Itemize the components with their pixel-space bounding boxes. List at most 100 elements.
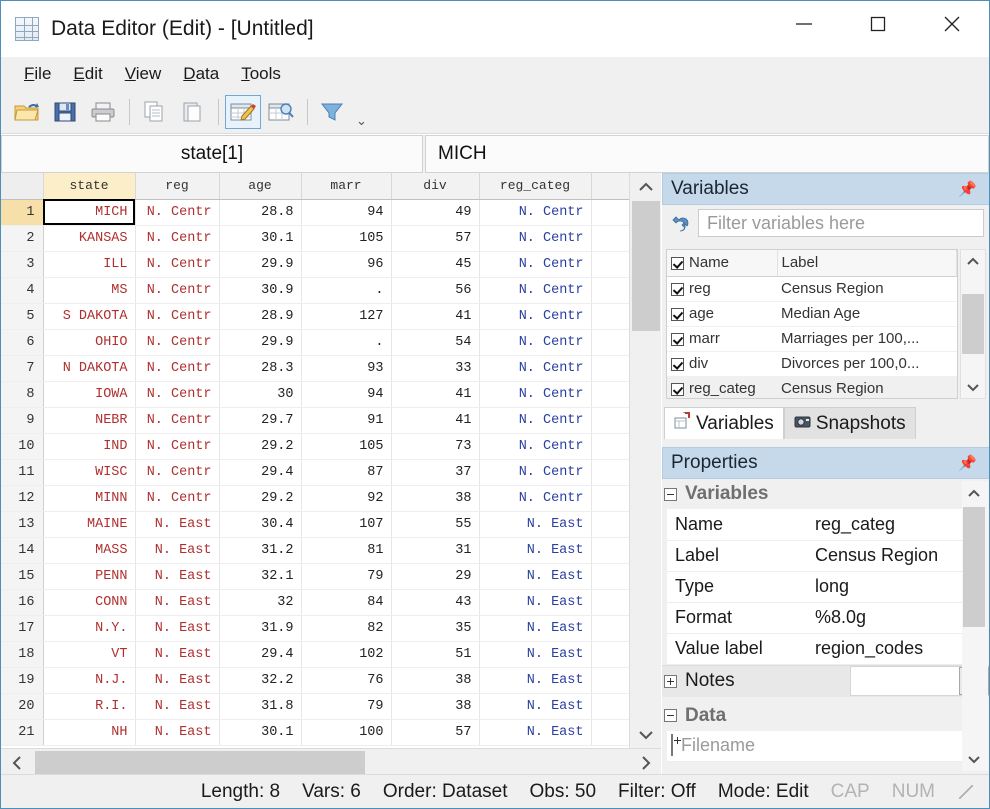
row-header[interactable]: 10 [1,433,44,460]
cell-state[interactable]: R.I. [43,693,136,720]
cell-state[interactable]: N DAKOTA [43,355,136,382]
cell-div[interactable]: 73 [391,433,480,460]
table-row[interactable]: 17 N.Y. N. East 31.9 82 35 N. East [1,615,630,642]
cell-div[interactable]: 55 [391,511,480,538]
variables-scroll-thumb[interactable] [962,294,984,354]
menu-file[interactable]: File [13,61,62,87]
cell-reg[interactable]: N. Centr [135,407,220,434]
cell-age[interactable]: 31.9 [219,615,302,642]
cell-reg_categ[interactable]: N. Centr [479,225,592,252]
scroll-left-icon[interactable] [1,749,33,776]
row-header[interactable]: 5 [1,303,44,330]
table-row[interactable]: 8 IOWA N. Centr 30 94 41 N. Centr [1,381,630,408]
menu-tools[interactable]: Tools [230,61,292,87]
cell-age[interactable]: 30.9 [219,277,302,304]
cell-reg[interactable]: N. Centr [135,485,220,512]
variable-checkbox[interactable] [671,307,684,321]
variable-name[interactable]: div [667,351,777,377]
cell-age[interactable]: 29.9 [219,251,302,278]
filter-icon[interactable] [314,95,350,129]
scroll-up-icon[interactable] [630,173,662,201]
cell-state[interactable]: S DAKOTA [43,303,136,330]
variables-scroll-up-icon[interactable] [961,250,985,272]
row-header[interactable]: 19 [1,667,44,694]
expand-icon-filename[interactable] [671,734,673,757]
cell-marr[interactable]: 94 [301,199,392,226]
cell-div[interactable]: 45 [391,251,480,278]
cell-age[interactable]: 30.1 [219,225,302,252]
cell-age[interactable]: 32 [219,589,302,616]
variables-scroll-down-icon[interactable] [961,376,985,398]
cell-age[interactable]: 29.2 [219,485,302,512]
cell-state[interactable]: IND [43,433,136,460]
cell-reg_categ[interactable]: N. Centr [479,199,592,226]
cell-div[interactable]: 35 [391,615,480,642]
cell-state[interactable]: MS [43,277,136,304]
toolbar-overflow-icon[interactable]: ⌄ [356,113,367,133]
column-header-reg-categ[interactable]: reg_categ [479,173,592,200]
column-header-reg[interactable]: reg [135,173,220,200]
cell-marr[interactable]: 127 [301,303,392,330]
row-header[interactable]: 12 [1,485,44,512]
property-value[interactable]: long [807,571,985,603]
cell-reg[interactable]: N. Centr [135,459,220,486]
property-row[interactable]: Format %8.0g [667,602,985,634]
cell-reg_categ[interactable]: N. East [479,641,592,668]
cell-div[interactable]: 56 [391,277,480,304]
row-header[interactable]: 21 [1,719,44,746]
property-value[interactable]: region_codes [807,633,985,665]
table-row[interactable]: 11 WISC N. Centr 29.4 87 37 N. Centr [1,459,630,486]
cell-div[interactable]: 49 [391,199,480,226]
row-header[interactable]: 13 [1,511,44,538]
row-header[interactable]: 9 [1,407,44,434]
cell-reg_categ[interactable]: N. East [479,511,592,538]
cell-marr[interactable]: 91 [301,407,392,434]
properties-scroll-down-icon[interactable] [962,747,986,771]
cell-reg_categ[interactable]: N. Centr [479,433,592,460]
cell-state[interactable]: ILL [43,251,136,278]
row-header[interactable]: 15 [1,563,44,590]
cell-marr[interactable]: 87 [301,459,392,486]
table-row[interactable]: 7N DAKOTA N. Centr 28.3 93 33 N. Centr [1,355,630,382]
table-row[interactable]: 20 R.I. N. East 31.8 79 38 N. East [1,693,630,720]
cell-div[interactable]: 41 [391,381,480,408]
cell-reg[interactable]: N. Centr [135,303,220,330]
column-header-age[interactable]: age [219,173,302,200]
cell-reg[interactable]: N. East [135,589,220,616]
variables-filter-input[interactable]: Filter variables here [698,209,984,237]
row-header[interactable]: 6 [1,329,44,356]
cell-reg[interactable]: N. East [135,719,220,746]
cell-marr[interactable]: 107 [301,511,392,538]
property-value[interactable]: Census Region [807,540,985,572]
cell-reg_categ[interactable]: N. East [479,693,592,720]
cell-reg_categ[interactable]: N. Centr [479,485,592,512]
table-row[interactable]: 5S DAKOTA N. Centr 28.9 127 41 N. Centr [1,303,630,330]
cell-state[interactable]: NEBR [43,407,136,434]
cell-age[interactable]: 28.9 [219,303,302,330]
row-header[interactable]: 7 [1,355,44,382]
properties-scroll-up-icon[interactable] [962,481,986,505]
cell-div[interactable]: 54 [391,329,480,356]
table-row[interactable]: 12 MINN N. Centr 29.2 92 38 N. Centr [1,485,630,512]
menu-edit[interactable]: Edit [62,61,113,87]
cell-state[interactable]: WISC [43,459,136,486]
variable-checkbox[interactable] [671,332,684,346]
properties-scroll-thumb[interactable] [963,507,985,627]
property-row[interactable]: Name reg_categ [667,509,985,541]
cell-marr[interactable]: 76 [301,667,392,694]
menu-view[interactable]: View [114,61,173,87]
cell-reg_categ[interactable]: N. East [479,667,592,694]
table-row[interactable]: 15 PENN N. East 32.1 79 29 N. East [1,563,630,590]
variables-header-label[interactable]: Label [777,250,957,277]
list-item[interactable]: reg Census Region [667,276,957,302]
cell-marr[interactable]: . [301,277,392,304]
property-value[interactable]: reg_categ [807,509,985,541]
select-all-checkbox[interactable] [671,256,684,270]
row-header[interactable]: 14 [1,537,44,564]
cell-reg[interactable]: N. Centr [135,225,220,252]
cell-state[interactable]: KANSAS [43,225,136,252]
property-row[interactable]: Label Census Region [667,540,985,572]
row-header[interactable]: 11 [1,459,44,486]
properties-vertical-scrollbar[interactable] [962,481,988,771]
cell-age[interactable]: 30.1 [219,719,302,746]
